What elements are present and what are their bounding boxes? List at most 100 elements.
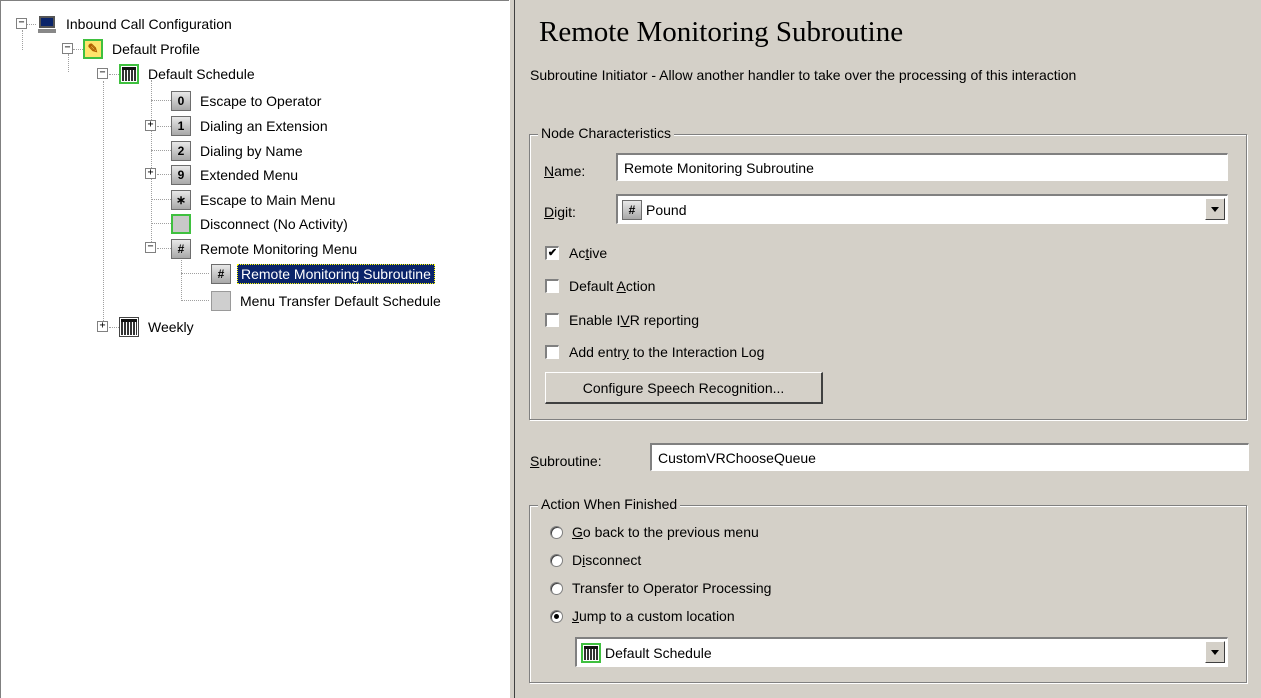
tree-node-item[interactable]: 2 Dialing by Name [171,139,306,163]
radio-transfer-operator[interactable]: Transfer to Operator Processing [550,580,771,596]
schedule-icon [119,317,139,337]
digit-2-icon: 2 [171,141,191,161]
interaction-log-checkbox[interactable]: Add entry to the Interaction Log [545,344,764,360]
custom-location-select[interactable]: Default Schedule [575,637,1228,667]
radio-go-back[interactable]: Go back to the previous menu [550,524,759,540]
digit-select-value: Pound [646,201,687,218]
tree-connector [157,126,171,127]
tree-expander-profile[interactable]: − [62,43,73,54]
name-label: Name: [544,163,586,179]
tree-node-item[interactable]: ∗ Escape to Main Menu [171,188,338,212]
tree-connector [68,54,69,72]
configure-speech-button[interactable]: Configure Speech Recognition... [545,372,823,404]
tree-node-label: Dialing by Name [200,143,303,159]
tree-node-schedule[interactable]: Default Schedule [119,62,258,86]
tree-node-label: Dialing an Extension [200,118,328,134]
properties-pane: Remote Monitoring Subroutine Subroutine … [515,0,1261,698]
tree-expander-schedule[interactable]: − [97,68,108,79]
chevron-down-icon[interactable] [1205,641,1225,663]
tree-node-label: Disconnect (No Activity) [200,216,348,232]
checkbox-label: Add entry to the Interaction Log [569,344,765,360]
tree-connector [181,273,209,274]
node-characteristics-group: Node Characteristics Name: Digit: # Poun… [529,125,1247,420]
subroutine-label: Subroutine: [530,453,602,469]
custom-location-value: Default Schedule [605,644,712,661]
tree-connector [157,174,171,175]
tree-node-label: Weekly [148,319,194,335]
checkbox-box[interactable] [545,345,559,359]
tree-node-label: Escape to Main Menu [200,192,336,208]
digit-1-icon: 1 [171,116,191,136]
checkbox-label: Active [569,245,608,261]
tree-connector [151,223,171,224]
radio-label: Jump to a custom location [572,608,735,624]
checkbox-box[interactable] [545,279,559,293]
tree-connector [151,100,171,101]
subroutine-field[interactable] [650,443,1249,471]
schedule-icon [119,64,139,84]
tree-connector [103,81,104,327]
tree-node-label: Default Profile [112,41,200,57]
tree-connector [181,257,182,301]
disconnect-icon [171,214,191,234]
tree-connector [157,248,171,249]
profile-icon: ✎ [83,39,103,59]
tree-node-label: Extended Menu [200,167,299,183]
tree-connector [181,300,209,301]
digit-star-icon: ∗ [171,190,191,210]
group-label: Action When Finished [538,496,681,512]
tree-expander-item[interactable]: + [145,168,156,179]
tree-node-subroutine[interactable]: # Remote Monitoring Subroutine [211,262,435,286]
digit-0-icon: 0 [171,91,191,111]
tree-node-item[interactable]: # Remote Monitoring Menu [171,237,360,261]
digit-select[interactable]: # Pound [616,194,1228,224]
digit-label: Digit: [544,204,576,220]
tree-node-item[interactable]: 1 Dialing an Extension [171,114,331,138]
default-action-checkbox[interactable]: Default Action [545,278,655,294]
tree-connector [22,30,23,50]
radio-button[interactable] [550,581,563,595]
tree-expander-item[interactable]: − [145,242,156,253]
page-title: Remote Monitoring Subroutine [539,16,904,48]
tree-expander-weekly[interactable]: + [97,321,108,332]
tree-node-label: Default Schedule [148,66,255,82]
ivr-reporting-checkbox[interactable]: Enable IVR reporting [545,312,699,328]
tree-node-item[interactable]: 9 Extended Menu [171,163,301,187]
tree-pane[interactable]: − − − + + − + Inbound Call Configuration… [0,0,509,698]
tree-node-profile[interactable]: ✎ Default Profile [83,37,203,61]
tree-connector [151,80,152,250]
checkbox-label: Default Action [569,278,656,294]
radio-button[interactable] [550,525,563,539]
radio-jump-custom[interactable]: Jump to a custom location [550,608,735,624]
computer-icon [37,14,57,34]
digit-9-icon: 9 [171,165,191,185]
tree-connector [151,150,171,151]
tree-connector [151,199,171,200]
checkbox-label: Enable IVR reporting [569,312,699,328]
tree-expander-root[interactable]: − [16,18,27,29]
tree-node-item[interactable]: Disconnect (No Activity) [171,212,351,236]
page-description: Subroutine Initiator - Allow another han… [530,67,1077,83]
radio-label: Disconnect [572,552,642,568]
name-field[interactable] [616,153,1228,181]
tree-node-transfer[interactable]: Menu Transfer Default Schedule [211,289,444,313]
tree-node-root[interactable]: Inbound Call Configuration [37,12,235,36]
radio-button[interactable] [550,553,563,567]
tree-node-label: Menu Transfer Default Schedule [240,293,441,309]
tree-node-item[interactable]: 0 Escape to Operator [171,89,324,113]
chevron-down-icon[interactable] [1205,198,1225,220]
radio-button[interactable] [550,609,563,623]
tree-node-label-selected: Remote Monitoring Subroutine [237,264,435,284]
radio-selected-dot [554,613,559,619]
active-checkbox[interactable]: ✔ Active [545,245,607,261]
tree-node-label: Escape to Operator [200,93,322,109]
group-label: Node Characteristics [538,125,674,141]
tree-node-weekly[interactable]: Weekly [119,315,197,339]
tree-expander-item[interactable]: + [145,120,156,131]
tree-node-label: Inbound Call Configuration [66,16,232,32]
schedule-icon [581,642,601,663]
checkbox-box[interactable] [545,313,559,327]
digit-pound-icon: # [171,239,191,259]
radio-disconnect[interactable]: Disconnect [550,552,641,568]
checkbox-box[interactable]: ✔ [545,246,559,260]
